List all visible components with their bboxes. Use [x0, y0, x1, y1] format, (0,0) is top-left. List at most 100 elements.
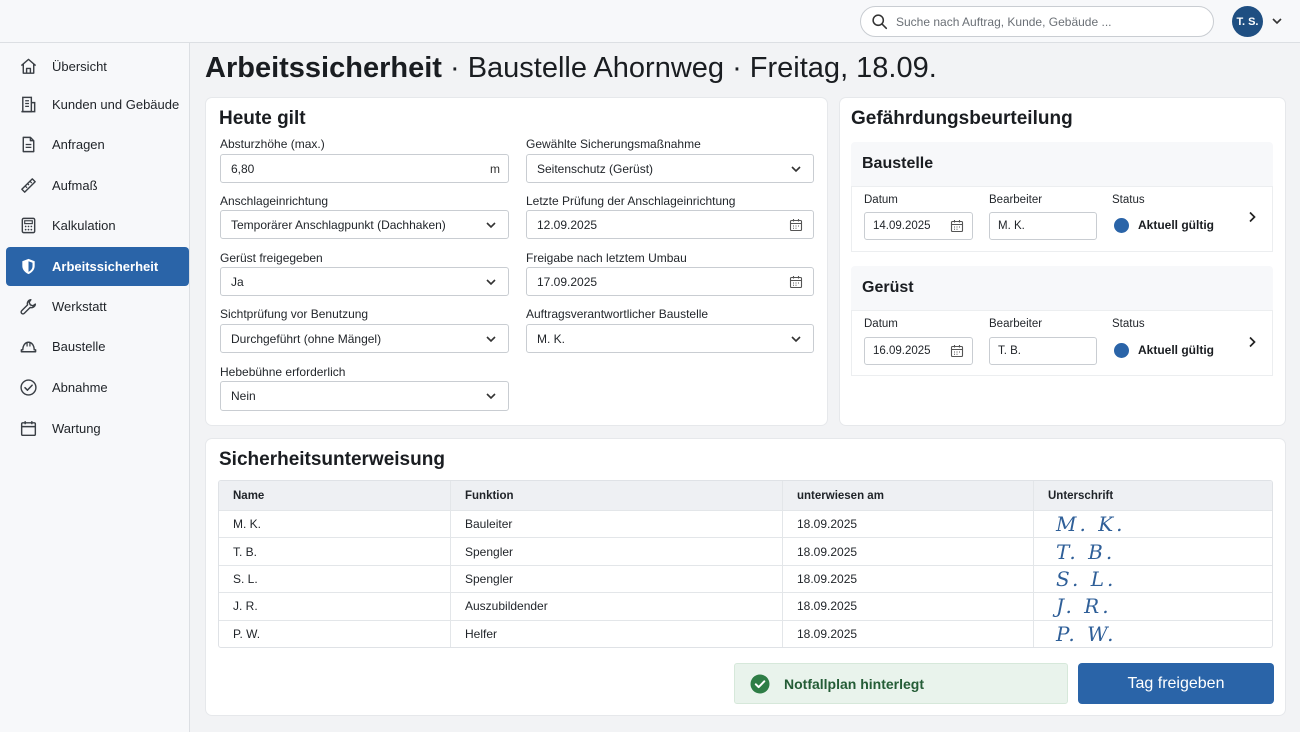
last-check-label: Letzte Prüfung der Anschlageinrichtung	[526, 194, 736, 208]
cell-role: Spengler	[451, 565, 783, 593]
anchor-select[interactable]: Temporärer Anschlagpunkt (Dachhaken)	[220, 210, 509, 239]
sidebar-item-aufmass[interactable]: Aufmaß	[6, 166, 189, 205]
chevron-down-icon	[486, 393, 496, 400]
top-bar: T. S.	[0, 0, 1300, 43]
user-avatar[interactable]: T. S.	[1232, 6, 1263, 37]
risk-editor-input[interactable]: M. K.	[989, 212, 1097, 240]
cell-date: 18.09.2025	[783, 565, 1034, 593]
table-row[interactable]: P. W. Helfer 18.09.2025 P. W.	[219, 619, 1272, 647]
chevron-right-icon[interactable]	[1245, 210, 1259, 224]
today-heading: Heute gilt	[219, 108, 306, 129]
search-icon	[872, 14, 888, 30]
sidebar-item-kalkulation[interactable]: Kalkulation	[6, 206, 189, 245]
visual-check-label: Sichtprüfung vor Benutzung	[220, 307, 369, 321]
cell-date: 18.09.2025	[783, 538, 1034, 565]
sidebar-item-anfragen[interactable]: Anfragen	[6, 125, 189, 164]
home-icon	[20, 58, 37, 74]
shield-icon	[22, 258, 35, 275]
risk-editor-input[interactable]: T. B.	[989, 337, 1097, 365]
risk-section-title: Gerüst	[862, 279, 914, 296]
cell-date: 18.09.2025	[783, 593, 1034, 620]
cell-date: 18.09.2025	[783, 511, 1034, 538]
risk-section-body[interactable]: Datum 16.09.2025 Bearbeiter T. B. Status…	[851, 310, 1273, 376]
sidebar-item-arbeitssicherheit[interactable]: Arbeitssicherheit	[6, 247, 189, 286]
sidebar-item-uebersicht[interactable]: Übersicht	[6, 47, 189, 86]
release-date[interactable]: 17.09.2025	[526, 267, 814, 296]
risk-heading: Gefährdungsbeurteilung	[851, 108, 1073, 129]
column-header: Unterschrift	[1048, 489, 1114, 502]
lift-select[interactable]: Nein	[220, 381, 509, 411]
cell-name: T. B.	[219, 538, 451, 565]
column-header: Funktion	[451, 481, 783, 510]
visual-check-select[interactable]: Durchgeführt (ohne Mängel)	[220, 324, 509, 353]
fall-height-label: Absturzhöhe (max.)	[220, 137, 325, 151]
status-dot	[1114, 343, 1129, 358]
sidebar-item-label: Aufmaß	[52, 178, 98, 193]
search-input[interactable]	[896, 14, 1196, 29]
cell-date: 18.09.2025	[783, 620, 1034, 647]
signature: P. W.	[1056, 621, 1117, 646]
cell-signature: M. K.	[1034, 511, 1272, 537]
risk-section-title: Baustelle	[862, 155, 934, 172]
table-header: Name Funktion unterwiesen am Unterschrif…	[219, 481, 1272, 510]
table-row[interactable]: S. L. Spengler 18.09.2025 S. L.	[219, 564, 1272, 593]
page-title: Arbeitssicherheit · Baustelle Ahornweg ·…	[205, 52, 937, 84]
approve-day-button[interactable]: Tag freigeben	[1078, 663, 1274, 704]
sidebar-item-label: Werkstatt	[52, 299, 107, 314]
cell-signature: T. B.	[1034, 538, 1272, 564]
chevron-down-icon	[486, 278, 496, 285]
sidebar-item-abnahme[interactable]: Abnahme	[6, 368, 189, 407]
sidebar-item-label: Kunden und Gebäude	[52, 97, 180, 112]
date-label: Datum	[864, 318, 898, 330]
risk-section-geruest: Gerüst Datum 16.09.2025 Bearbeiter T. B.…	[851, 266, 1273, 376]
cell-role: Auszubildender	[451, 593, 783, 620]
briefing-heading: Sicherheitsunterweisung	[219, 449, 445, 470]
sidebar-item-werkstatt[interactable]: Werkstatt	[6, 287, 189, 326]
chevron-down-icon	[486, 335, 496, 342]
measure-select[interactable]: Seitenschutz (Gerüst)	[526, 154, 814, 183]
document-icon	[22, 136, 35, 153]
sidebar-item-kunden[interactable]: Kunden und Gebäude	[6, 85, 189, 124]
release-label: Freigabe nach letztem Umbau	[526, 251, 687, 265]
calendar-icon	[789, 275, 803, 288]
cell-role: Helfer	[451, 620, 783, 647]
status-label: Status	[1112, 318, 1145, 330]
status-dot	[1114, 218, 1129, 233]
sidebar: Übersicht Kunden und Gebäude Anfragen Au…	[0, 43, 190, 732]
search-box[interactable]	[860, 6, 1214, 37]
table-row[interactable]: T. B. Spengler 18.09.2025 T. B.	[219, 537, 1272, 565]
calendar-icon	[20, 421, 37, 437]
risk-date-input[interactable]: 14.09.2025	[864, 212, 973, 240]
chevron-right-icon[interactable]	[1245, 335, 1259, 349]
sidebar-item-baustelle[interactable]: Baustelle	[6, 327, 189, 366]
status-label: Status	[1112, 194, 1145, 206]
signature: M. K.	[1056, 512, 1126, 537]
helmet-icon	[20, 341, 37, 353]
fall-height-input[interactable]: 6,80 m	[220, 154, 509, 183]
cell-role: Spengler	[451, 538, 783, 565]
editor-label: Bearbeiter	[989, 194, 1043, 206]
chevron-down-icon	[791, 165, 801, 172]
sidebar-item-wartung[interactable]: Wartung	[6, 409, 189, 448]
check-circle-icon	[750, 674, 770, 693]
notice-text: Notfallplan hinterlegt	[784, 675, 924, 692]
responsible-select[interactable]: M. K.	[526, 324, 814, 353]
date-label: Datum	[864, 194, 898, 206]
sidebar-item-label: Arbeitssicherheit	[52, 259, 159, 274]
table-row[interactable]: M. K. Bauleiter 18.09.2025 M. K.	[219, 510, 1272, 538]
responsible-label: Auftragsverantwortlicher Baustelle	[526, 307, 709, 321]
sidebar-item-label: Abnahme	[52, 380, 108, 395]
sidebar-item-label: Kalkulation	[52, 218, 116, 233]
cell-signature: S. L.	[1034, 566, 1272, 592]
chevron-down-icon[interactable]	[1270, 14, 1284, 28]
risk-date-input[interactable]: 16.09.2025	[864, 337, 973, 365]
cell-name: J. R.	[219, 593, 451, 620]
risk-section-body[interactable]: Datum 14.09.2025 Bearbeiter M. K. Status…	[851, 186, 1273, 252]
last-check-date[interactable]: 12.09.2025	[526, 210, 814, 239]
table-row[interactable]: J. R. Auszubildender 18.09.2025 J. R.	[219, 592, 1272, 620]
scaffold-select[interactable]: Ja	[220, 267, 509, 296]
calendar-icon	[950, 345, 964, 358]
column-header: unterwiesen am	[783, 481, 1034, 510]
calculator-icon	[21, 217, 36, 234]
editor-label: Bearbeiter	[989, 318, 1043, 330]
